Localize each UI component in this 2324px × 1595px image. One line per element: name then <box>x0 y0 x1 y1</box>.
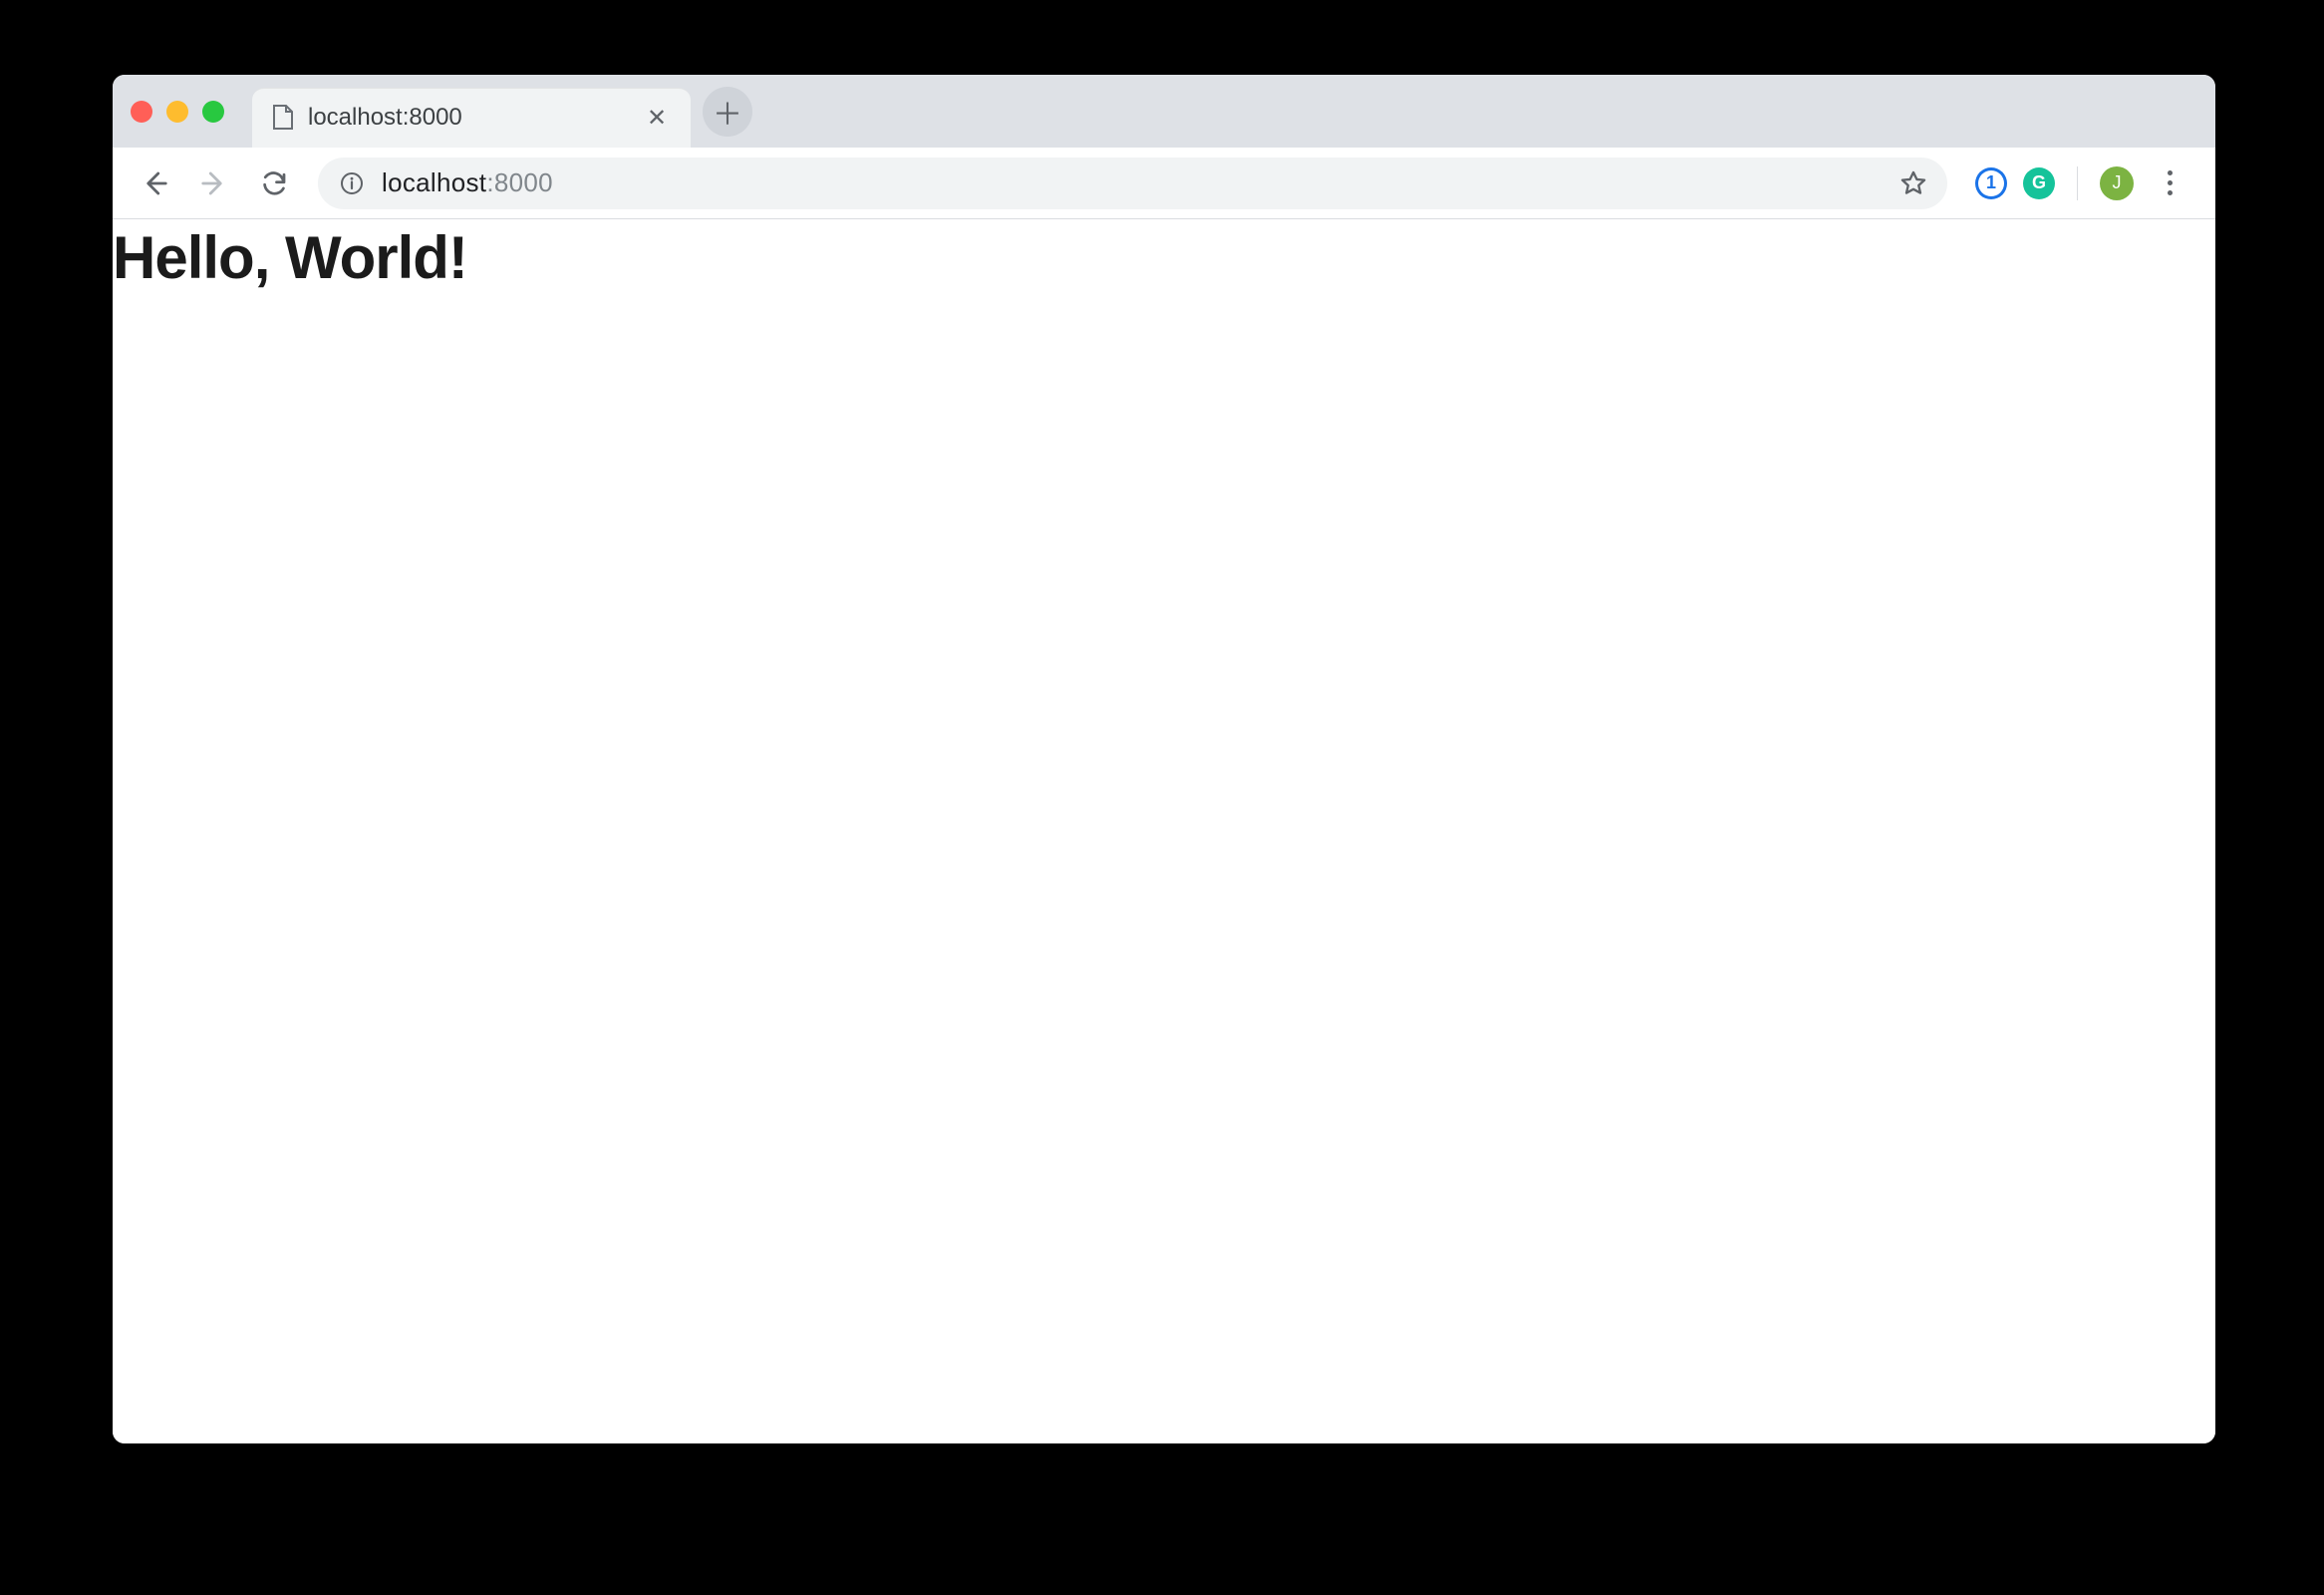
window-maximize-button[interactable] <box>202 101 224 123</box>
browser-window: localhost:8000 ✕ ＋ localhost:8000 <box>113 75 2215 1443</box>
toolbar-separator <box>2077 166 2078 200</box>
url-host: localhost <box>382 167 486 197</box>
url-port: :8000 <box>486 167 553 197</box>
toolbar: localhost:8000 1 G J <box>113 148 2215 219</box>
page-icon <box>272 105 294 131</box>
menu-button[interactable] <box>2150 162 2189 203</box>
extension-grammarly-icon[interactable]: G <box>2023 167 2055 199</box>
profile-avatar[interactable]: J <box>2100 166 2134 200</box>
window-controls <box>131 101 224 123</box>
extension-1password-icon[interactable]: 1 <box>1975 167 2007 199</box>
window-minimize-button[interactable] <box>166 101 188 123</box>
new-tab-button[interactable]: ＋ <box>703 87 752 137</box>
page-heading: Hello, World! <box>113 223 2215 292</box>
reload-button[interactable] <box>248 158 300 209</box>
tab-close-button[interactable]: ✕ <box>643 104 671 133</box>
page-viewport: Hello, World! <box>113 219 2215 1443</box>
forward-button[interactable] <box>188 158 240 209</box>
back-button[interactable] <box>129 158 180 209</box>
bookmark-star-icon[interactable] <box>1899 169 1927 197</box>
url-text: localhost:8000 <box>382 167 553 198</box>
address-bar[interactable]: localhost:8000 <box>318 158 1947 209</box>
tab-active[interactable]: localhost:8000 ✕ <box>252 88 691 148</box>
tab-title: localhost:8000 <box>308 104 629 132</box>
extension-icons: 1 G J <box>1975 162 2189 203</box>
window-close-button[interactable] <box>131 101 152 123</box>
tab-strip: localhost:8000 ✕ ＋ <box>113 75 2215 148</box>
site-info-icon[interactable] <box>338 169 366 197</box>
